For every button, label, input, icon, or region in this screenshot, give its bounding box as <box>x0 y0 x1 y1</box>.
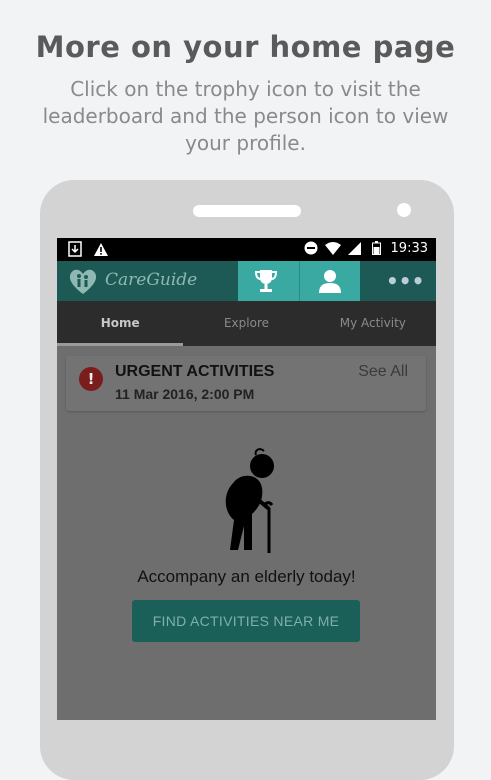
page-subtitle: Click on the trophy icon to visit the le… <box>42 77 449 155</box>
app-bar: CareGuide ••• <box>57 261 436 301</box>
urgent-activities-card[interactable]: ! URGENT ACTIVITIES 11 Mar 2016, 2:00 PM… <box>66 356 426 411</box>
header-highlight-group <box>238 261 360 301</box>
phone-screen: 19:33 CareGuide ••• Home Explore My Acti… <box>57 238 436 720</box>
status-bar: 19:33 <box>57 238 436 261</box>
app-brand-name: CareGuide <box>105 270 198 290</box>
battery-icon <box>369 240 385 256</box>
urgent-title: URGENT ACTIVITIES <box>115 363 275 380</box>
status-time: 19:33 <box>390 240 428 256</box>
header-icon-divider <box>299 261 300 301</box>
page-headline: More on your home page <box>35 30 456 64</box>
more-icon[interactable]: ••• <box>386 269 424 293</box>
find-activities-button[interactable]: FIND ACTIVITIES NEAR ME <box>132 600 360 642</box>
tab-bar: Home Explore My Activity <box>57 301 436 346</box>
see-all-link[interactable]: See All <box>358 363 408 381</box>
tab-explore[interactable]: Explore <box>183 301 309 346</box>
signal-icon <box>347 240 363 256</box>
trophy-icon[interactable] <box>252 267 280 295</box>
cta-message: Accompany an elderly today! <box>137 567 356 586</box>
dnd-icon <box>303 240 319 256</box>
urgent-date: 11 Mar 2016, 2:00 PM <box>115 386 255 402</box>
wifi-icon <box>324 240 341 256</box>
person-icon[interactable] <box>316 267 344 295</box>
alert-icon: ! <box>79 367 103 391</box>
careguide-logo-icon <box>67 265 99 297</box>
tab-my-activity[interactable]: My Activity <box>310 301 436 346</box>
download-icon <box>67 241 83 257</box>
tab-home[interactable]: Home <box>57 301 184 346</box>
phone-camera <box>397 203 411 217</box>
elderly-person-icon <box>212 446 282 556</box>
phone-speaker <box>193 205 301 217</box>
warning-icon <box>93 241 109 257</box>
